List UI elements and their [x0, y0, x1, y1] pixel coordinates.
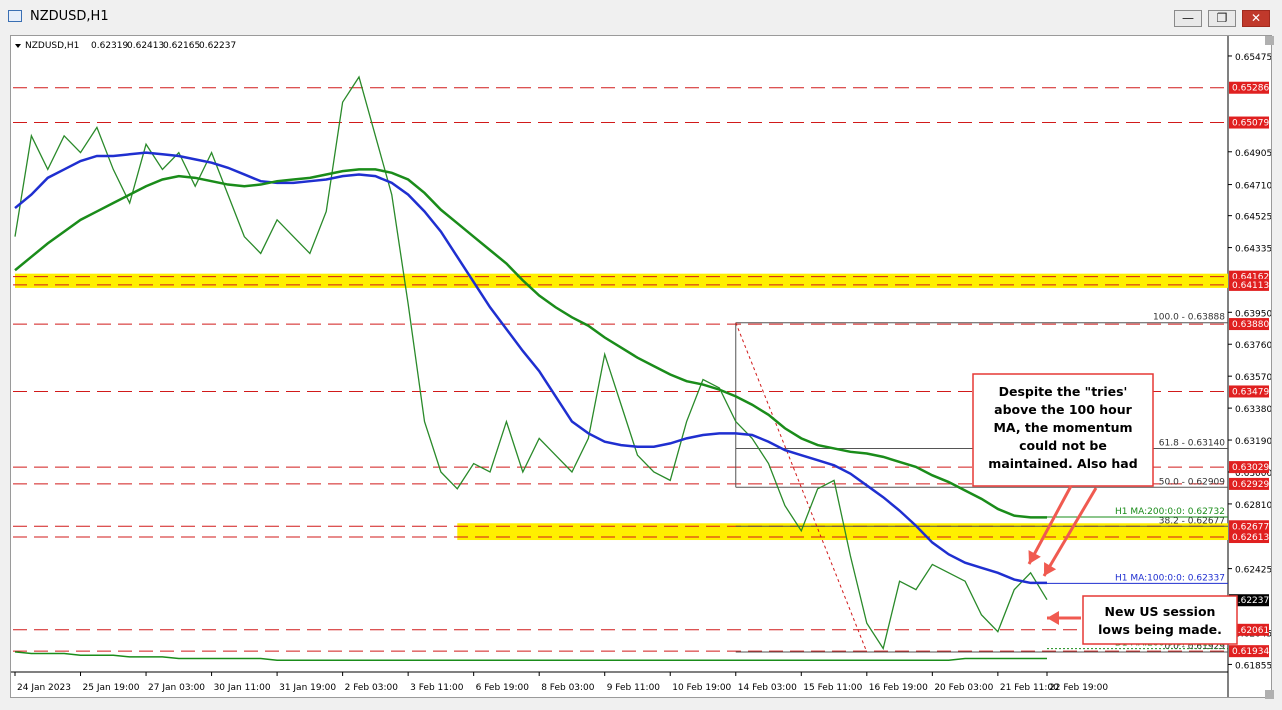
ohlc-value: 0.62165 — [163, 41, 200, 51]
y-tick-label: 0.64710 — [1235, 182, 1271, 192]
red-level-tag-label: 0.63880 — [1232, 320, 1269, 330]
chart-area[interactable]: 0.65475 0.64905 0.64710 0.64525 0.64335 0.639… — [10, 35, 1272, 698]
y-tick-label: 0.64335 — [1235, 245, 1271, 255]
annotation-ma-text: maintained. Also had — [988, 456, 1137, 471]
annotation-ma-text: Despite the "tries' — [999, 384, 1128, 399]
y-tick-label: 0.63380 — [1235, 405, 1271, 415]
red-level-tag-label: 0.64113 — [1232, 281, 1269, 291]
symbol-header: NZDUSD,H1 — [25, 41, 79, 51]
red-level-tag-label: 0.61934 — [1232, 647, 1269, 657]
x-tick-label: 6 Feb 19:00 — [476, 683, 530, 693]
annotation-lows-text: New US session — [1105, 604, 1216, 619]
x-tick-label: 22 Feb 19:00 — [1049, 683, 1108, 693]
scroll-down-marker[interactable] — [1265, 690, 1274, 699]
ma-line-1 — [14, 151, 1047, 585]
annotation-ma-text: above the 100 hour — [994, 402, 1132, 417]
x-tick-label: 16 Feb 19:00 — [869, 683, 928, 693]
y-tick-label: 0.63760 — [1235, 341, 1271, 351]
annotation-ma-text: MA, the momentum — [993, 420, 1132, 435]
x-tick-label: 20 Feb 03:00 — [934, 683, 993, 693]
x-tick-label: 15 Feb 11:00 — [803, 683, 862, 693]
ma-line-2 — [14, 168, 1047, 519]
annotation-lows-text: lows being made. — [1098, 622, 1222, 637]
annotation-ma-text: could not be — [1019, 438, 1107, 453]
x-tick-label: 10 Feb 19:00 — [672, 683, 731, 693]
chart-window-icon — [8, 10, 22, 22]
fib-level-label: 100.0 - 0.63888 — [1153, 313, 1225, 323]
y-tick-label: 0.65475 — [1235, 53, 1271, 63]
scroll-up-marker[interactable] — [1265, 36, 1274, 45]
x-tick-label: 24 Jan 2023 — [17, 683, 71, 693]
ma-line-3 — [14, 651, 1047, 661]
ma-label: H1 MA:100:0:0: 0.62337 — [1115, 573, 1225, 583]
y-tick-label: 0.64905 — [1235, 149, 1271, 159]
red-level-tag-label: 0.63029 — [1232, 463, 1269, 473]
restore-button[interactable]: ❐ — [1208, 10, 1236, 27]
symbol-menu-icon — [15, 44, 21, 48]
y-tick-label: 0.62425 — [1235, 566, 1271, 576]
red-level-tag-label: 0.62677 — [1232, 522, 1269, 532]
close-button[interactable]: ✕ — [1242, 10, 1270, 27]
red-level-tag-label: 0.65286 — [1232, 84, 1269, 94]
y-tick-label: 0.64525 — [1235, 213, 1271, 223]
y-tick-label: 0.63190 — [1235, 437, 1271, 447]
x-tick-label: 31 Jan 19:00 — [279, 683, 336, 693]
x-tick-label: 8 Feb 03:00 — [541, 683, 595, 693]
red-level-tag-label: 0.65079 — [1232, 119, 1269, 129]
fib-level-label: 38.2 - 0.62677 — [1159, 516, 1225, 526]
ohlc-value: 0.62319 — [91, 41, 128, 51]
fib-level-label: 50.0 - 0.62909 — [1159, 477, 1225, 487]
app-window: NZDUSD,H1 — ❐ ✕ 0.65475 0.64905 0.64710 0.6… — [0, 0, 1282, 710]
fib-level-label: 61.8 - 0.63140 — [1159, 438, 1225, 448]
y-tick-label: 0.63570 — [1235, 373, 1271, 383]
yellow-zone — [15, 273, 1228, 288]
annotation-arrow-3-head — [1047, 611, 1059, 625]
y-tick-label: 0.62810 — [1235, 501, 1271, 511]
x-tick-label: 27 Jan 03:00 — [148, 683, 205, 693]
x-tick-label: 30 Jan 11:00 — [214, 683, 271, 693]
red-level-tag-label: 0.62929 — [1232, 480, 1269, 490]
price-chart[interactable]: 0.65475 0.64905 0.64710 0.64525 0.64335 0.639… — [11, 36, 1272, 697]
ohlc-value: 0.62413 — [127, 41, 164, 51]
x-tick-label: 14 Feb 03:00 — [738, 683, 797, 693]
y-tick-label: 0.61855 — [1235, 661, 1271, 671]
red-level-tag-label: 0.63479 — [1232, 387, 1269, 397]
ohlc-value: 0.62237 — [199, 41, 236, 51]
ma-label: H1 MA:200:0:0: 0.62732 — [1115, 507, 1225, 517]
y-tick-label: 0.63950 — [1235, 309, 1271, 319]
red-level-tag-label: 0.62613 — [1232, 533, 1269, 543]
x-tick-label: 2 Feb 03:00 — [345, 683, 399, 693]
title-bar: NZDUSD,H1 — ❐ ✕ — [0, 0, 1282, 32]
window-title: NZDUSD,H1 — [30, 9, 109, 24]
minimize-button[interactable]: — — [1174, 10, 1202, 27]
x-tick-label: 25 Jan 19:00 — [83, 683, 140, 693]
x-tick-label: 9 Feb 11:00 — [607, 683, 661, 693]
x-tick-label: 3 Feb 11:00 — [410, 683, 464, 693]
